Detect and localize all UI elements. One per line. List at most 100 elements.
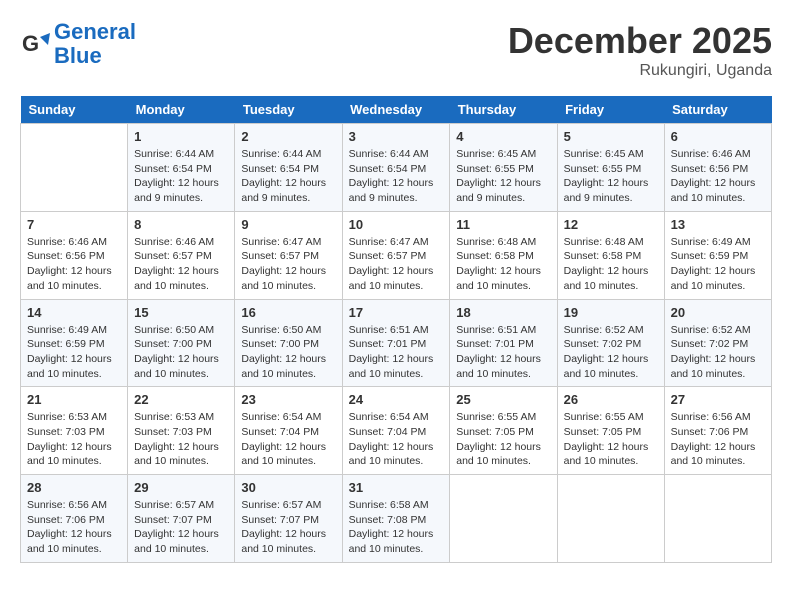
day-number: 5: [564, 129, 658, 144]
calendar-cell: 29Sunrise: 6:57 AMSunset: 7:07 PMDayligh…: [128, 475, 235, 563]
calendar-cell: 31 Sunrise: 6:58 AMSunset: 7:08 PMDayligh…: [342, 475, 450, 563]
calendar-cell: 1 Sunrise: 6:44 AMSunset: 6:54 PMDaylight…: [128, 124, 235, 212]
calendar-cell: 19Sunrise: 6:52 AMSunset: 7:02 PMDayligh…: [557, 299, 664, 387]
weekday-header-row: SundayMondayTuesdayWednesdayThursdayFrid…: [21, 96, 772, 124]
day-info: Sunrise: 6:53 AMSunset: 7:03 PMDaylight:…: [27, 410, 121, 469]
day-info: Sunrise: 6:52 AMSunset: 7:02 PMDaylight:…: [564, 323, 658, 382]
calendar-cell: 13 Sunrise: 6:49 AMSunset: 6:59 PMDayligh…: [664, 211, 771, 299]
weekday-header: Wednesday: [342, 96, 450, 124]
day-number: 24: [349, 392, 444, 407]
page-header: G General Blue December 2025 Rukungiri, …: [20, 20, 772, 80]
weekday-header: Monday: [128, 96, 235, 124]
title-block: December 2025 Rukungiri, Uganda: [508, 20, 772, 80]
calendar-cell: 8 Sunrise: 6:46 AMSunset: 6:57 PMDaylight…: [128, 211, 235, 299]
day-number: 13: [671, 217, 765, 232]
day-info: Sunrise: 6:44 AMSunset: 6:54 PMDaylight:…: [241, 147, 335, 206]
day-number: 2: [241, 129, 335, 144]
calendar-cell: 4 Sunrise: 6:45 AMSunset: 6:55 PMDaylight…: [450, 124, 557, 212]
day-info: Sunrise: 6:54 AMSunset: 7:04 PMDaylight:…: [241, 410, 335, 469]
day-number: 6: [671, 129, 765, 144]
day-info: Sunrise: 6:55 AMSunset: 7:05 PMDaylight:…: [456, 410, 550, 469]
calendar-cell: 22 Sunrise: 6:53 AMSunset: 7:03 PMDayligh…: [128, 387, 235, 475]
day-number: 18: [456, 305, 550, 320]
day-info: Sunrise: 6:50 AMSunset: 7:00 PMDaylight:…: [134, 323, 228, 382]
calendar-cell: 9 Sunrise: 6:47 AMSunset: 6:57 PMDaylight…: [235, 211, 342, 299]
day-number: 4: [456, 129, 550, 144]
day-info: Sunrise: 6:45 AMSunset: 6:55 PMDaylight:…: [564, 147, 658, 206]
logo-icon: G: [20, 29, 50, 59]
logo: G General Blue: [20, 20, 136, 68]
day-info: Sunrise: 6:51 AMSunset: 7:01 PMDaylight:…: [349, 323, 444, 382]
calendar-week-row: 1 Sunrise: 6:44 AMSunset: 6:54 PMDaylight…: [21, 124, 772, 212]
day-info: Sunrise: 6:52 AMSunset: 7:02 PMDaylight:…: [671, 323, 765, 382]
day-number: 17: [349, 305, 444, 320]
calendar-week-row: 28 Sunrise: 6:56 AMSunset: 7:06 PMDayligh…: [21, 475, 772, 563]
calendar-cell: 16 Sunrise: 6:50 AMSunset: 7:00 PMDayligh…: [235, 299, 342, 387]
location: Rukungiri, Uganda: [508, 62, 772, 80]
calendar-cell: 15 Sunrise: 6:50 AMSunset: 7:00 PMDayligh…: [128, 299, 235, 387]
calendar-cell: 25 Sunrise: 6:55 AMSunset: 7:05 PMDayligh…: [450, 387, 557, 475]
calendar-cell: [557, 475, 664, 563]
calendar-cell: 26Sunrise: 6:55 AMSunset: 7:05 PMDayligh…: [557, 387, 664, 475]
calendar-cell: 18 Sunrise: 6:51 AMSunset: 7:01 PMDayligh…: [450, 299, 557, 387]
day-info: Sunrise: 6:45 AMSunset: 6:55 PMDaylight:…: [456, 147, 550, 206]
calendar-cell: 11Sunrise: 6:48 AMSunset: 6:58 PMDayligh…: [450, 211, 557, 299]
day-number: 23: [241, 392, 335, 407]
day-number: 15: [134, 305, 228, 320]
calendar-cell: 27 Sunrise: 6:56 AMSunset: 7:06 PMDayligh…: [664, 387, 771, 475]
day-info: Sunrise: 6:46 AMSunset: 6:56 PMDaylight:…: [27, 235, 121, 294]
day-number: 27: [671, 392, 765, 407]
day-info: Sunrise: 6:57 AMSunset: 7:07 PMDaylight:…: [134, 498, 228, 557]
calendar-week-row: 14Sunrise: 6:49 AMSunset: 6:59 PMDayligh…: [21, 299, 772, 387]
day-number: 28: [27, 480, 121, 495]
calendar-cell: [21, 124, 128, 212]
day-info: Sunrise: 6:46 AMSunset: 6:57 PMDaylight:…: [134, 235, 228, 294]
day-number: 8: [134, 217, 228, 232]
day-info: Sunrise: 6:49 AMSunset: 6:59 PMDaylight:…: [27, 323, 121, 382]
day-number: 31: [349, 480, 444, 495]
day-number: 22: [134, 392, 228, 407]
day-info: Sunrise: 6:58 AMSunset: 7:08 PMDaylight:…: [349, 498, 444, 557]
calendar-week-row: 21Sunrise: 6:53 AMSunset: 7:03 PMDayligh…: [21, 387, 772, 475]
day-number: 30: [241, 480, 335, 495]
day-info: Sunrise: 6:53 AMSunset: 7:03 PMDaylight:…: [134, 410, 228, 469]
calendar-cell: [664, 475, 771, 563]
calendar-cell: 28 Sunrise: 6:56 AMSunset: 7:06 PMDayligh…: [21, 475, 128, 563]
calendar-cell: [450, 475, 557, 563]
calendar-cell: 20 Sunrise: 6:52 AMSunset: 7:02 PMDayligh…: [664, 299, 771, 387]
day-number: 20: [671, 305, 765, 320]
logo-blue: Blue: [54, 43, 102, 68]
day-info: Sunrise: 6:56 AMSunset: 7:06 PMDaylight:…: [27, 498, 121, 557]
calendar-cell: 5 Sunrise: 6:45 AMSunset: 6:55 PMDaylight…: [557, 124, 664, 212]
day-info: Sunrise: 6:47 AMSunset: 6:57 PMDaylight:…: [349, 235, 444, 294]
calendar-cell: 17 Sunrise: 6:51 AMSunset: 7:01 PMDayligh…: [342, 299, 450, 387]
day-number: 7: [27, 217, 121, 232]
calendar-cell: 6Sunrise: 6:46 AMSunset: 6:56 PMDaylight…: [664, 124, 771, 212]
day-info: Sunrise: 6:49 AMSunset: 6:59 PMDaylight:…: [671, 235, 765, 294]
logo-general: General: [54, 19, 136, 44]
day-info: Sunrise: 6:56 AMSunset: 7:06 PMDaylight:…: [671, 410, 765, 469]
calendar-cell: 12Sunrise: 6:48 AMSunset: 6:58 PMDayligh…: [557, 211, 664, 299]
day-number: 1: [134, 129, 228, 144]
day-number: 9: [241, 217, 335, 232]
calendar-table: SundayMondayTuesdayWednesdayThursdayFrid…: [20, 96, 772, 563]
day-info: Sunrise: 6:51 AMSunset: 7:01 PMDaylight:…: [456, 323, 550, 382]
weekday-header: Friday: [557, 96, 664, 124]
svg-text:G: G: [22, 31, 39, 56]
day-number: 3: [349, 129, 444, 144]
day-number: 16: [241, 305, 335, 320]
day-info: Sunrise: 6:44 AMSunset: 6:54 PMDaylight:…: [134, 147, 228, 206]
day-info: Sunrise: 6:50 AMSunset: 7:00 PMDaylight:…: [241, 323, 335, 382]
calendar-week-row: 7 Sunrise: 6:46 AMSunset: 6:56 PMDaylight…: [21, 211, 772, 299]
day-info: Sunrise: 6:54 AMSunset: 7:04 PMDaylight:…: [349, 410, 444, 469]
day-number: 26: [564, 392, 658, 407]
weekday-header: Thursday: [450, 96, 557, 124]
day-number: 25: [456, 392, 550, 407]
day-info: Sunrise: 6:47 AMSunset: 6:57 PMDaylight:…: [241, 235, 335, 294]
weekday-header: Sunday: [21, 96, 128, 124]
day-info: Sunrise: 6:44 AMSunset: 6:54 PMDaylight:…: [349, 147, 444, 206]
calendar-cell: 3 Sunrise: 6:44 AMSunset: 6:54 PMDaylight…: [342, 124, 450, 212]
calendar-cell: 21Sunrise: 6:53 AMSunset: 7:03 PMDayligh…: [21, 387, 128, 475]
day-info: Sunrise: 6:57 AMSunset: 7:07 PMDaylight:…: [241, 498, 335, 557]
calendar-cell: 14Sunrise: 6:49 AMSunset: 6:59 PMDayligh…: [21, 299, 128, 387]
